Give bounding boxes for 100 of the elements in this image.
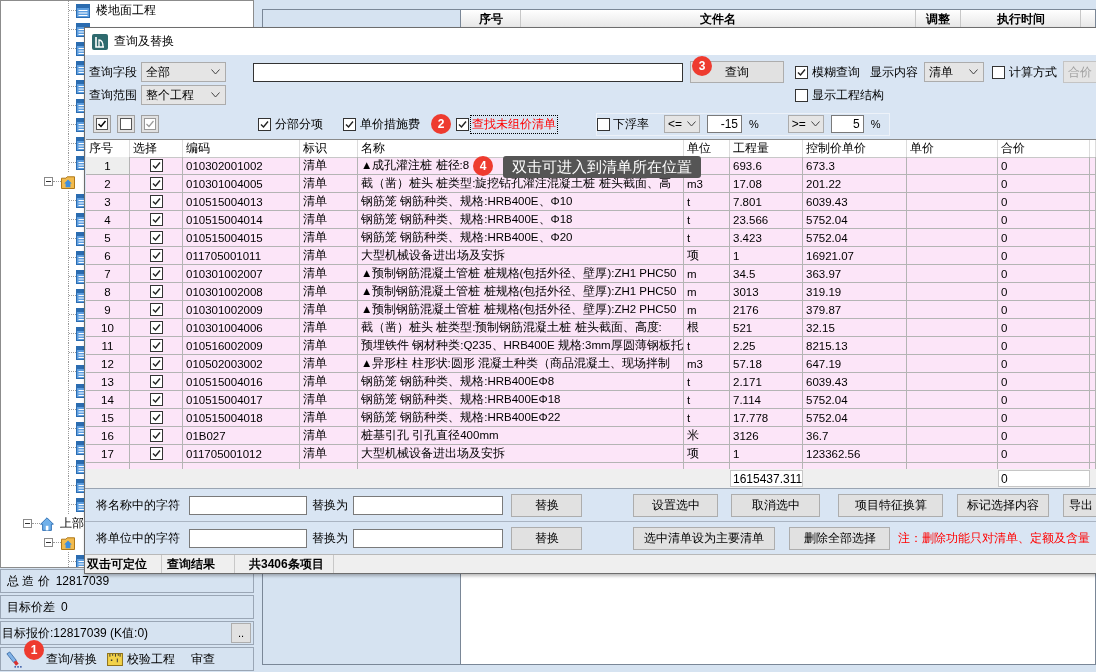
replace-source-label: 将名称中的字符 [96, 496, 180, 514]
replacement-field[interactable] [353, 495, 503, 515]
rate-field[interactable]: 5 [830, 115, 864, 133]
caret-icon [687, 121, 696, 127]
caret-icon [211, 92, 220, 98]
table-row[interactable]: 10 010301004006 清单 截（凿）桩头 桩类型:预制钢筋混凝土桩 桩头截面、高度: 根 521 32.15 0 [86, 319, 1096, 337]
total-cost-label: 总 造 价 [7, 572, 50, 590]
row-checkbox[interactable] [149, 303, 163, 316]
row-checkbox[interactable] [149, 447, 163, 460]
collapse-icon[interactable] [44, 177, 53, 186]
operator-dropdown[interactable]: <= [664, 115, 700, 133]
caret-icon [211, 69, 220, 75]
faded-tick-button[interactable] [141, 115, 159, 133]
replace-button[interactable]: 替换 [511, 526, 582, 550]
dialog-title: 查询及替换 [114, 33, 174, 50]
table-row[interactable]: 6 011705001011 清单 大型机械设备进出场及安拆 项 1 16921.07 0 [86, 247, 1096, 265]
table-row[interactable]: 12 010502003002 清单 ▲异形柱 柱形状:圆形 混凝土种类（商品混凝土、现场拌制 m3 57.18 647.19 0 [86, 355, 1096, 373]
empty-box-icon [120, 118, 132, 130]
table-row[interactable]: 17 011705001012 清单 大型机械设备进出场及安拆 项 1 123362.56 0 [86, 445, 1096, 463]
row-number[interactable]: 1 [86, 157, 130, 175]
number-badge: 3 [692, 56, 712, 76]
row-checkbox[interactable] [149, 267, 163, 280]
action-button[interactable]: 项目特征换算 [838, 493, 943, 517]
table-row[interactable]: 16 01B027 清单 桩基引孔 引孔直径400mm 米 3126 36.7 0 [86, 427, 1096, 445]
scope-dropdown[interactable]: 整个工程 [141, 85, 226, 105]
field-dropdown[interactable]: 全部 [141, 62, 226, 82]
row-checkbox[interactable] [149, 213, 163, 226]
table-row[interactable]: 13 010515004016 清单 钢筋笼 钢筋种类、规格:HRB400EΦ8 t 2.171 6039.43 0 [86, 373, 1096, 391]
scope-label: 查询范围 [89, 86, 138, 104]
display-label: 显示内容 [870, 63, 918, 81]
checkbox[interactable] [456, 117, 469, 131]
row-checkbox[interactable] [149, 231, 163, 244]
search-field[interactable] [253, 62, 683, 82]
replace-button[interactable]: 替换 [511, 493, 582, 517]
status-text: 查询结果 [167, 555, 215, 573]
operator-dropdown[interactable]: >= [787, 115, 824, 133]
row-checkbox[interactable] [149, 321, 163, 334]
tick-all-button[interactable] [93, 115, 111, 133]
tree-node[interactable]: 楼地面工程 [96, 2, 156, 19]
checkbox-label: 计算方式 [1009, 63, 1057, 81]
checkbox[interactable] [992, 65, 1005, 79]
action-button[interactable]: 设置选中 [633, 493, 718, 517]
source-text-field[interactable] [189, 495, 307, 515]
checkbox[interactable] [597, 117, 610, 131]
checkbox[interactable] [258, 117, 271, 131]
table-row[interactable]: 2 010301004005 清单 截（凿）桩头 桩类型:旋挖钻孔灌注混凝土桩 桩头截面、高 m3 17.08 201.22 0 [86, 175, 1096, 193]
toolbar-button[interactable]: 审查 [191, 650, 216, 668]
source-text-field[interactable] [189, 528, 307, 548]
row-checkbox[interactable] [149, 357, 163, 370]
house-icon [40, 516, 54, 531]
table-row[interactable]: 3 010515004013 清单 钢筋笼 钢筋种类、规格:HRB400E、Φ10 t 7.801 6039.43 0 [86, 193, 1096, 211]
collapse-icon[interactable] [23, 519, 32, 528]
row-checkbox[interactable] [149, 249, 163, 262]
row-checkbox[interactable] [149, 195, 163, 208]
table-row[interactable]: 7 010301002007 清单 ▲预制钢筋混凝土管桩 桩规格(包括外径、壁厚):ZH1 PHC50 m 34.5 363.97 0 [86, 265, 1096, 283]
table-row[interactable]: 11 010516002009 清单 预埋铁件 钢材种类:Q235、HRB400E 规格:3mm厚圆薄钢板托 t 2.25 8215.13 0 [86, 337, 1096, 355]
table-row[interactable]: 9 010301002009 清单 ▲预制钢筋混凝土管桩 桩规格(包括外径、壁厚):ZH2 PHC50 m 2176 379.87 0 [86, 301, 1096, 319]
replace-with-label: 替换为 [312, 529, 348, 547]
clear-ticks-button[interactable] [117, 115, 135, 133]
action-button[interactable]: 取消选中 [731, 493, 820, 517]
row-checkbox[interactable] [149, 339, 163, 352]
target-quote-text: 目标报价:12817039 (K值:0) [2, 624, 149, 642]
table-row[interactable]: 5 010515004015 清单 钢筋笼 钢筋种类、规格:HRB400E、Φ20 t 3.423 5752.04 0 [86, 229, 1096, 247]
rate-field[interactable]: -15 [707, 115, 742, 133]
target-difference-value: 0 [61, 600, 68, 614]
row-checkbox[interactable] [149, 411, 163, 424]
replacement-field[interactable] [353, 528, 503, 548]
app-icon [92, 33, 108, 50]
checkbox[interactable] [343, 117, 356, 131]
target-difference-label: 目标价差 [7, 598, 55, 616]
table-row[interactable]: 8 010301002008 清单 ▲预制钢筋混凝土管桩 桩规格(包括外径、壁厚):ZH1 PHC50 m 3013 319.19 0 [86, 283, 1096, 301]
row-checkbox[interactable] [149, 375, 163, 388]
toolbar-button[interactable]: 校验工程 [107, 650, 176, 668]
tree-node[interactable]: 上部 [60, 515, 84, 532]
collapse-icon[interactable] [44, 538, 53, 547]
checkbox-label: 显示工程结构 [812, 86, 884, 104]
checkbox-label: 下浮率 [613, 115, 649, 133]
total-cost-value: 12817039 [55, 574, 110, 588]
table-row[interactable]: 15 010515004018 清单 钢筋笼 钢筋种类、规格:HRB400EΦ22 t 17.778 5752.04 0 [86, 409, 1096, 427]
checkbox[interactable] [795, 65, 808, 79]
row-checkbox[interactable] [149, 393, 163, 406]
ruler-icon [107, 652, 124, 666]
checkbox[interactable] [795, 88, 808, 102]
row-checkbox[interactable] [149, 429, 163, 442]
replace-source-label: 将单位中的字符 [96, 529, 180, 547]
row-checkbox[interactable] [149, 177, 163, 190]
document-icon [76, 3, 90, 18]
display-dropdown[interactable]: 清单 [924, 62, 984, 82]
row-checkbox[interactable] [149, 159, 163, 172]
action-button[interactable]: 选中清单设为主要清单 [633, 526, 775, 550]
row-checkbox[interactable] [149, 285, 163, 298]
table-row[interactable]: 14 010515004017 清单 钢筋笼 钢筋种类、规格:HRB400EΦ18 t 7.114 5752.04 0 [86, 391, 1096, 409]
action-button[interactable]: 删除全部选择 [789, 526, 890, 550]
quantity-total-field: 1615437.311 [730, 470, 804, 487]
action-button[interactable]: 标记选择内容 [957, 493, 1049, 517]
ticked-box-icon [96, 118, 108, 130]
action-button[interactable]: 导出 [1063, 493, 1096, 517]
table-row[interactable]: 4 010515004014 清单 钢筋笼 钢筋种类、规格:HRB400E、Φ18 t 23.566 5752.04 0 [86, 211, 1096, 229]
faded-tick-box-icon [144, 118, 156, 130]
more-button[interactable]: .. [231, 623, 251, 643]
